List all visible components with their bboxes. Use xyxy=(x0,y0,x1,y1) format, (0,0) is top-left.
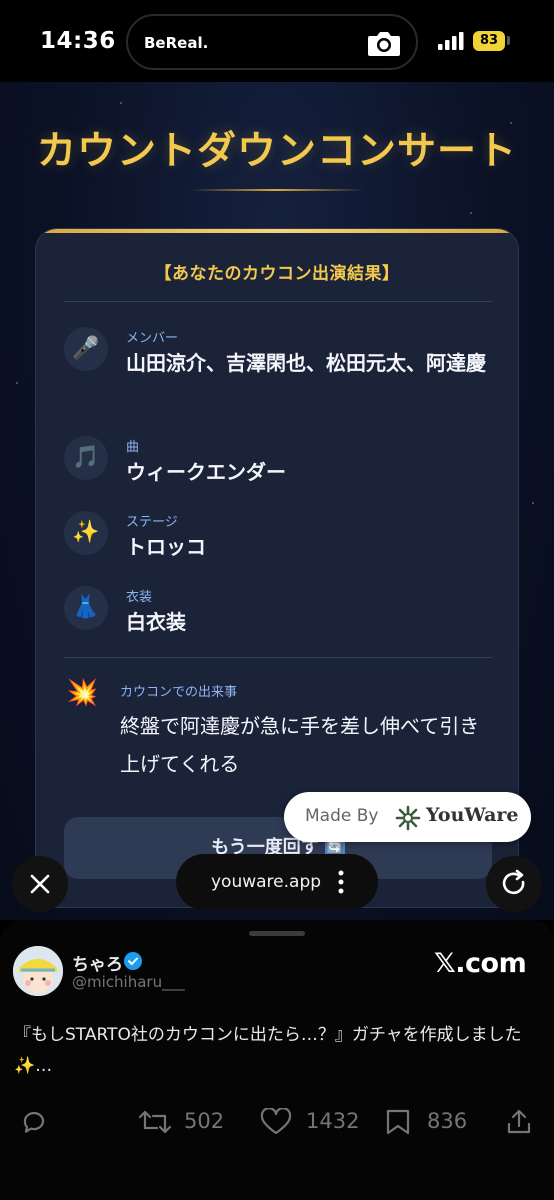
made-by-youware-badge[interactable]: Made By YouWare xyxy=(284,792,531,842)
row-label: 曲 xyxy=(126,440,140,455)
sparkles-icon: ✨ xyxy=(64,511,108,555)
bookmark-icon xyxy=(386,1109,410,1135)
heart-icon xyxy=(260,1108,292,1135)
divider xyxy=(64,657,492,658)
like-count: 1432 xyxy=(306,1109,360,1133)
made-by-label: Made By xyxy=(305,806,379,826)
page-title: カウントダウンコンサート xyxy=(36,129,517,174)
battery-icon: 83 xyxy=(473,31,505,51)
row-label: メンバー xyxy=(126,331,179,346)
verified-badge-icon xyxy=(124,952,142,970)
title-divider xyxy=(190,189,364,191)
like-button[interactable]: 1432 xyxy=(260,1104,370,1140)
url-text: youware.app xyxy=(211,872,322,892)
row-value: 山田涼介、吉澤閑也、松田元太、阿達慶 xyxy=(126,351,486,375)
display-name[interactable]: ちゃろ xyxy=(72,950,123,975)
row-value: トロッコ xyxy=(126,535,206,559)
share-button[interactable] xyxy=(506,1104,534,1140)
reply-icon xyxy=(23,1111,45,1133)
event-label: カウコンでの出来事 xyxy=(120,685,238,700)
avatar-illustration xyxy=(13,946,63,996)
tweet-sheet: ちゃろ @michiharu___ 𝕏.com 『もしSTARTO社のカウコンに… xyxy=(0,920,554,1200)
reload-icon xyxy=(502,869,525,895)
card-heading: 【あなたのカウコン出演結果】 xyxy=(154,264,400,284)
background-star xyxy=(16,382,18,384)
youware-brand: YouWare xyxy=(426,804,519,826)
user-handle[interactable]: @michiharu___ xyxy=(72,973,185,991)
x-com-link[interactable]: 𝕏.com xyxy=(434,948,527,979)
retweet-count: 502 xyxy=(184,1109,225,1133)
status-bar: 14:36 BeReal. 83 xyxy=(0,0,554,82)
clock: 14:36 xyxy=(40,28,116,54)
youware-logo-icon xyxy=(395,805,421,831)
reply-button[interactable] xyxy=(20,1104,50,1140)
url-bar[interactable]: youware.app xyxy=(176,854,378,910)
event-text: 終盤で阿達慶が急に手を差し伸べて引き上げてくれる xyxy=(120,714,480,776)
share-icon xyxy=(507,1109,531,1134)
dynamic-island[interactable]: BeReal. xyxy=(126,14,418,70)
sheet-grabber[interactable] xyxy=(249,931,305,936)
island-app-label: BeReal. xyxy=(144,34,209,52)
card-accent-line xyxy=(36,229,518,233)
divider xyxy=(64,301,492,302)
tweet-text: 『もしSTARTO社のカウコンに出たら…？』ガチャを作成しました✨… xyxy=(14,1025,522,1076)
row-label: ステージ xyxy=(126,515,178,530)
background-star xyxy=(532,502,534,504)
background-star xyxy=(120,102,122,104)
bookmark-count: 836 xyxy=(427,1109,468,1133)
close-icon xyxy=(30,874,50,894)
tweet-actions: 502 1432 836 xyxy=(0,1104,554,1140)
row-value: ウィークエンダー xyxy=(126,460,286,484)
explosion-icon: 💥 xyxy=(66,678,99,708)
avatar[interactable] xyxy=(13,946,63,996)
close-webview-button[interactable] xyxy=(12,856,68,912)
camera-icon xyxy=(368,32,400,56)
dress-icon: 👗 xyxy=(64,586,108,630)
row-value: 白衣装 xyxy=(126,610,186,634)
background-star xyxy=(470,212,472,214)
retweet-icon xyxy=(138,1110,172,1134)
webview[interactable]: カウントダウンコンサート 【あなたのカウコン出演結果】 🎤 メンバー 山田涼介、… xyxy=(0,82,554,920)
bookmark-button[interactable]: 836 xyxy=(385,1104,485,1140)
music-note-icon: 🎵 xyxy=(64,436,108,480)
retweet-button[interactable]: 502 xyxy=(138,1104,238,1140)
microphone-icon: 🎤 xyxy=(64,327,108,371)
reload-button[interactable] xyxy=(486,856,542,912)
more-options-icon[interactable] xyxy=(338,870,344,894)
battery-tip xyxy=(507,36,510,45)
signal-icon xyxy=(438,32,464,50)
row-label: 衣装 xyxy=(126,590,153,605)
